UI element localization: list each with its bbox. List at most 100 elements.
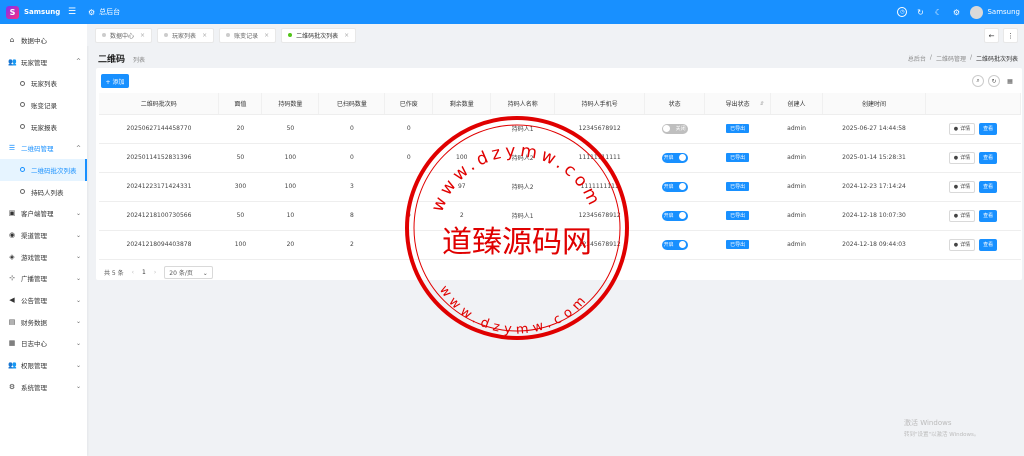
status-toggle[interactable]: 开启 [661,152,688,163]
breadcrumb: 总后台 / 二维码管理 / 二维码批次列表 [908,54,1018,63]
chevron-down-icon: ⌄ [75,383,81,391]
sidebar-item-client[interactable]: ▣ 客户端管理 ⌄ [0,203,87,225]
chevron-down-icon: ⌄ [75,318,81,326]
status-toggle-label: 关闭 [675,126,686,132]
home-link[interactable]: ⚙ 总后台 [88,7,120,17]
sidebar-item-qrcode[interactable]: ☰ 二维码管理 ^ [0,137,87,159]
status-toggle[interactable]: 开启 [661,239,688,250]
moon-icon[interactable]: ☾ [930,0,946,24]
detail-button[interactable]: ● 详情 [948,209,976,222]
view-button[interactable]: 查看 [979,151,998,164]
user-name[interactable]: Samsung [987,8,1020,16]
page-size-select[interactable]: 20 条/页 ⌄ [164,266,213,279]
info-icon: ● [953,154,959,161]
sidebar-item-notice[interactable]: ◀ 公告管理 ⌄ [0,289,87,311]
view-button[interactable]: 查看 [979,209,998,222]
chevron-down-icon: ⌄ [75,296,81,304]
sidebar-item-label: 广播管理 [21,275,47,284]
avatar[interactable] [970,5,984,19]
sidebar-item-qrcode-batch[interactable]: 二维码批次列表 [0,159,87,181]
sidebar-item-broadcast[interactable]: ⊹ 广播管理 ⌄ [0,268,87,290]
cell-actions: ● 详情 查看 [925,172,1021,202]
sidebar-item-players[interactable]: 👥 玩家管理 ^ [0,51,87,73]
detail-button[interactable]: ● 详情 [948,122,976,135]
sidebar-item-player-list[interactable]: 玩家列表 [0,72,87,94]
view-button[interactable]: 查看 [979,122,998,135]
pagination: 共 5 条 ‹ 1 › 20 条/页 ⌄ [104,266,221,279]
cell-actions: ● 详情 查看 [925,114,1021,144]
settings-icon[interactable]: ⚙ [948,0,964,24]
sort-icon[interactable]: ⇵ [760,101,764,107]
sidebar-item-log[interactable]: ▦ 日志中心 ⌄ [0,333,87,355]
refresh-icon[interactable]: ↻ [912,0,928,24]
info-icon: ● [953,125,959,132]
status-toggle[interactable]: 开启 [661,181,688,192]
breadcrumb-item[interactable]: 总后台 [908,54,926,63]
close-icon[interactable]: × [140,32,145,39]
close-icon[interactable]: × [264,32,269,39]
windows-activation-hint: 转到"设置"以激活 Windows。 [904,432,980,438]
breadcrumb-item[interactable]: 二维码管理 [936,54,966,63]
detail-button-label: 详情 [960,126,971,132]
back-arrow-icon[interactable]: ← [984,28,999,43]
page-title: 二维码 [98,55,126,65]
log-icon: ▦ [8,339,16,348]
cell-qty: 100 [261,172,319,202]
grid-icon[interactable]: ▦ [1004,75,1016,87]
status-toggle-label: 开启 [663,242,674,248]
app-logo[interactable]: S Samsung [0,5,62,19]
cell-void: 0 [384,143,433,173]
sidebar-item-balance-log[interactable]: 账变记录 [0,94,87,116]
sidebar-item-label: 数据中心 [21,36,47,45]
status-toggle-label: 开启 [663,155,674,161]
column-header-sortable[interactable]: 导出状态 ⇵ [704,93,772,115]
view-button[interactable]: 查看 [979,180,998,193]
sidebar-item-holder-list[interactable]: 持码人列表 [0,181,87,203]
tab-balance-log[interactable]: 账变记录 × [219,27,277,43]
close-icon[interactable]: × [344,32,349,39]
sidebar-item-player-report[interactable]: 玩家报表 [0,116,87,138]
tab-player-list[interactable]: 玩家列表 × [157,27,215,43]
status-toggle[interactable]: 关闭 [661,123,688,134]
cell-phone: 12345678912 [554,114,645,144]
cell-holder: 持码人1 [490,114,555,144]
sidebar-item-finance[interactable]: ▤ 财务数据 ⌄ [0,311,87,333]
refresh-icon[interactable]: ↻ [988,75,1000,87]
tab-dashboard[interactable]: 数据中心 × [95,27,153,43]
cell-creator: admin [770,230,823,260]
page-number[interactable]: 1 [142,269,146,276]
gamepad-icon: ◈ [9,252,15,261]
menu-icon[interactable]: ☰ [62,7,82,17]
cell-void: 0 [384,201,433,231]
prev-page-icon[interactable]: ‹ [132,269,134,276]
page-subtitle: 列表 [133,57,146,64]
clock-icon[interactable]: ◷ [894,0,910,24]
detail-button[interactable]: ● 详情 [948,238,976,251]
table-row: 20250627144458770 20 50 0 0 持码人1 12345678912 关闭… [99,114,1021,144]
search-icon[interactable]: ⌕ [972,75,984,87]
sidebar-item-permission[interactable]: 👥 权限管理 ⌄ [0,354,87,376]
cell-holder: 持码人1 [490,201,555,231]
status-toggle[interactable]: 开启 [661,210,688,221]
tab-qrcode-batch[interactable]: 二维码批次列表 × [281,27,357,43]
sidebar-item-game[interactable]: ◈ 游戏管理 ⌄ [0,246,87,268]
view-button[interactable]: 查看 [979,238,998,251]
cell-time: 2025-01-14 15:28:31 [822,143,926,173]
sidebar-item-system[interactable]: ⚙ 系统管理 ⌄ [0,376,87,398]
sidebar-item-channel[interactable]: ◉ 渠道管理 ⌄ [0,224,87,246]
cell-void [384,172,433,202]
add-button[interactable]: + 添加 [101,74,129,88]
tab-label: 数据中心 [110,32,135,40]
page-size-value: 20 条/页 [169,270,193,277]
megaphone-icon: ◀ [9,296,15,305]
table-row: 20250114152831396 50 100 0 0 100 持码人2 111111111… [99,143,1021,173]
sidebar-item-label: 玩家列表 [31,80,57,89]
next-page-icon[interactable]: › [154,269,156,276]
sidebar-item-dashboard[interactable]: ⌂ 数据中心 [0,29,87,51]
detail-button[interactable]: ● 详情 [948,180,976,193]
cell-creator: admin [770,143,823,173]
detail-button[interactable]: ● 详情 [948,151,976,164]
column-header: 持码数量 [261,93,320,115]
more-icon[interactable]: ⋮ [1003,28,1018,43]
close-icon[interactable]: × [202,32,207,39]
